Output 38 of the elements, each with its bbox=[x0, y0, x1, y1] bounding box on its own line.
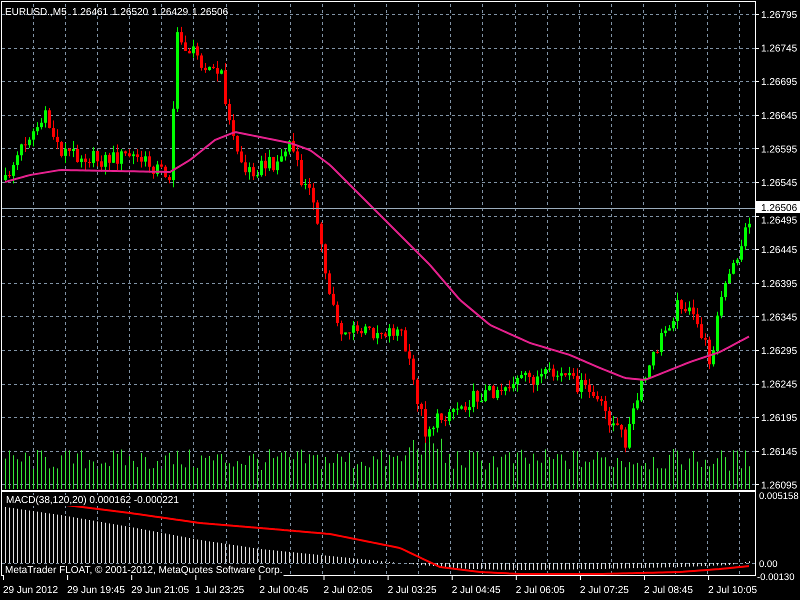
time-label: 2 Jul 07:25 bbox=[580, 585, 629, 596]
price-label: 1.26395 bbox=[761, 278, 798, 290]
copyright-text: MetaTrader FLOAT, © 2001-2012, MetaQuotes Software Corp. bbox=[4, 565, 284, 576]
time-label: 2 Jul 10:05 bbox=[708, 585, 758, 596]
current-price-label: 1.26506 bbox=[756, 201, 800, 214]
symbol-label: EURUSD.,M5 bbox=[5, 7, 67, 18]
time-label: 29 Jun 19:45 bbox=[67, 585, 125, 596]
time-label: 2 Jul 00:45 bbox=[259, 585, 308, 596]
ohlc-value: 1.26520 bbox=[112, 7, 148, 18]
time-label: 29 Jun 2012 bbox=[3, 585, 58, 596]
macd-scale-label: 0.00 bbox=[759, 559, 778, 570]
macd-scale-label: -0.00130 bbox=[757, 572, 795, 583]
price-label: 1.26795 bbox=[761, 10, 798, 21]
ohlc-value: 1.26461 bbox=[72, 7, 108, 18]
time-label: 2 Jul 02:05 bbox=[324, 585, 372, 596]
ohlc-value: 1.26429 bbox=[152, 7, 188, 18]
price-label: 1.26645 bbox=[761, 110, 798, 122]
price-label: 1.26295 bbox=[761, 346, 798, 357]
price-label: 1.26195 bbox=[761, 413, 798, 424]
price-label: 1.26495 bbox=[761, 216, 798, 227]
time-label: 2 Jul 08:45 bbox=[644, 585, 693, 596]
time-label: 2 Jul 04:45 bbox=[452, 585, 501, 596]
price-label: 1.26545 bbox=[761, 178, 798, 189]
time-label: 2 Jul 06:05 bbox=[516, 585, 565, 596]
price-label: 1.26695 bbox=[761, 77, 798, 88]
price-label: 1.26595 bbox=[761, 144, 798, 156]
ohlc-value: 1.26506 bbox=[192, 7, 228, 18]
price-label: 1.26745 bbox=[761, 44, 798, 55]
price-label: 1.26345 bbox=[761, 312, 798, 324]
time-label: 1 Jul 23:25 bbox=[195, 585, 244, 596]
macd-scale-label: 0.005158 bbox=[759, 491, 799, 502]
time-label: 29 Jun 21:05 bbox=[131, 585, 190, 596]
price-label: 1.26095 bbox=[761, 480, 798, 492]
time-label: 2 Jul 03:25 bbox=[388, 585, 437, 596]
price-label: 1.26245 bbox=[761, 380, 798, 391]
price-label: 1.26445 bbox=[761, 245, 798, 256]
price-label: 1.26145 bbox=[761, 446, 798, 458]
macd-label: MACD(38,120,20) 0.000162 -0.000221 bbox=[5, 495, 180, 506]
